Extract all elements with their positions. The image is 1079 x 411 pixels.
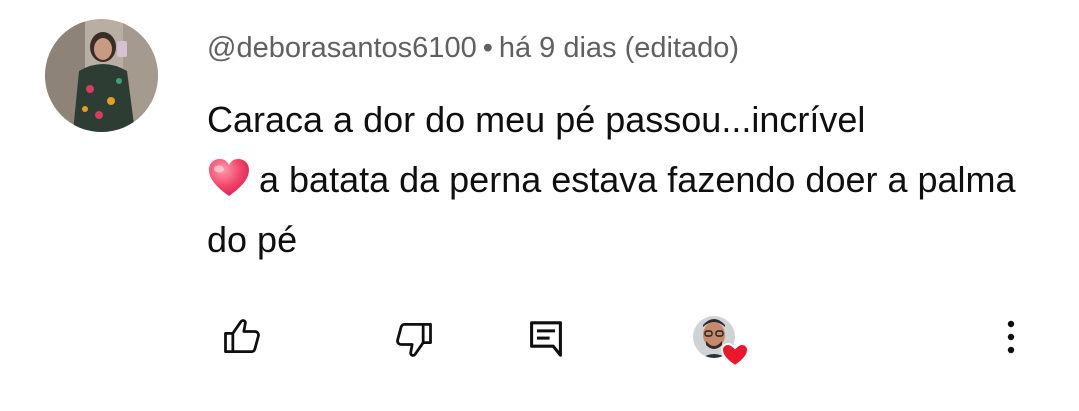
comment-time[interactable]: há 9 dias (editado) (499, 32, 739, 64)
thumb-up-icon (224, 319, 260, 354)
comment-icon (530, 321, 562, 357)
comment-body: @deborasantos6100 • há 9 dias (editado) Ca… (207, 28, 1057, 270)
comment-text: Caraca a dor do meu pé passou...incrível… (207, 90, 1057, 270)
reply-button[interactable] (526, 317, 566, 361)
comment-text-rest: a batata da perna estava fazendo doer a … (207, 159, 1016, 260)
like-button[interactable] (218, 313, 266, 361)
meta-separator: • (482, 32, 493, 64)
creator-heart-icon (693, 316, 750, 368)
creator-heart-badge[interactable] (690, 313, 752, 369)
dislike-button[interactable] (390, 315, 438, 363)
heart-emoji-icon (207, 156, 251, 196)
author-avatar[interactable] (45, 19, 158, 132)
author-handle[interactable]: @deborasantos6100 (207, 32, 477, 64)
more-options-button[interactable] (997, 315, 1025, 359)
comment-actions (0, 313, 1079, 368)
more-vertical-icon (1007, 320, 1015, 354)
comment-meta: @deborasantos6100 • há 9 dias (editado) (207, 28, 1057, 68)
comment-text-line1: Caraca a dor do meu pé passou...incrível (207, 99, 866, 140)
thumb-down-icon (396, 322, 432, 357)
